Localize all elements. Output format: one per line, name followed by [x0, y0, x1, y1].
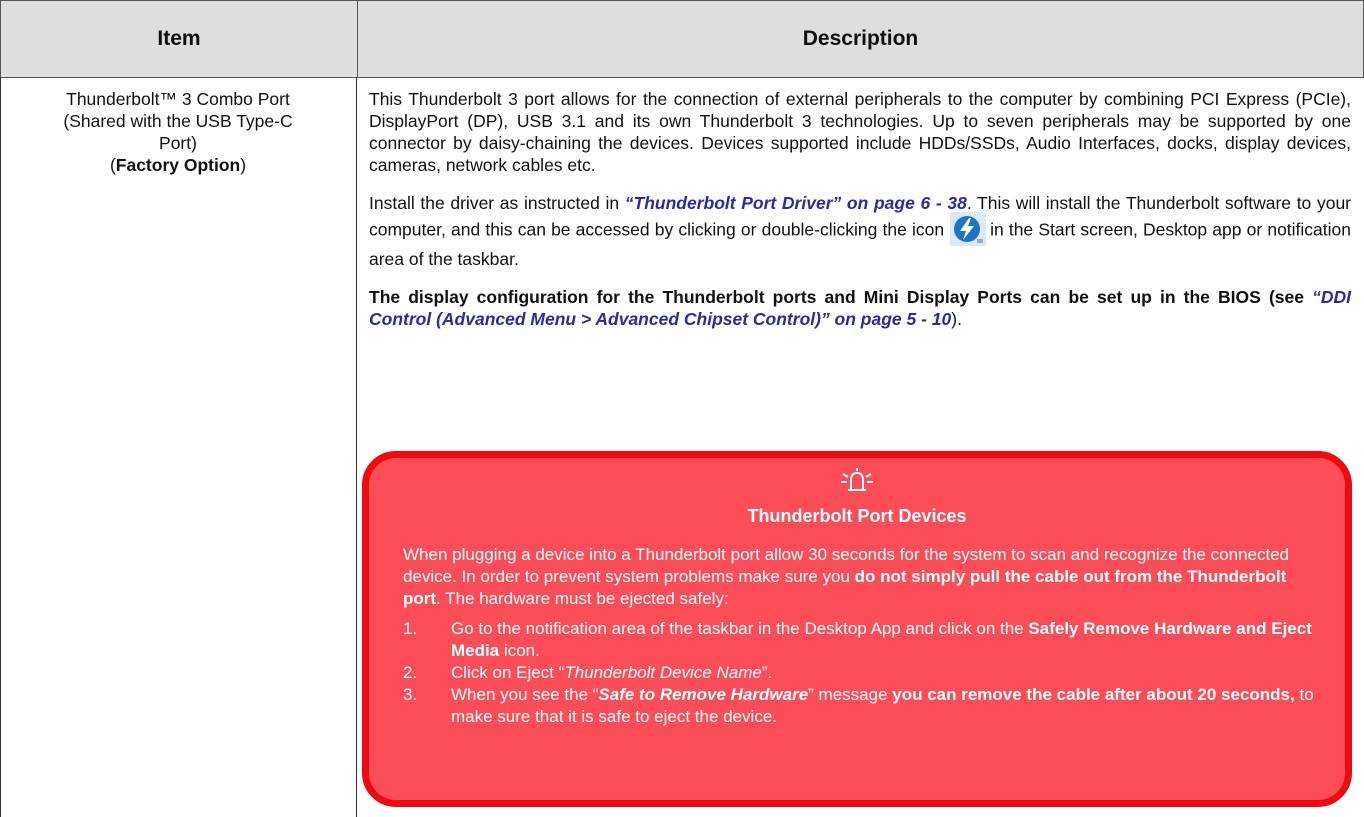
item-paren-close: )	[240, 155, 247, 175]
column-divider	[356, 77, 357, 817]
step-text: When you see the “	[451, 685, 599, 704]
thunderbolt-driver-link[interactable]: “Thunderbolt Port Driver” on page 6 - 38	[625, 193, 967, 213]
item-line-4: (Factory Option)	[10, 154, 346, 176]
list-item: 2. Click on Eject “Thunderbolt Device Nam…	[403, 662, 1325, 684]
description-cell: This Thunderbolt 3 port allows for the c…	[369, 88, 1351, 346]
thunderbolt-note-box: Thunderbolt Port Devices When plugging a…	[362, 451, 1352, 807]
eject-steps-list: 1. Go to the notification area of the tas…	[403, 618, 1325, 728]
spec-table: Item Description Thunderbolt™ 3 Combo Po…	[0, 0, 1364, 817]
step-text-mid: ” message	[808, 685, 893, 704]
description-paragraph-1: This Thunderbolt 3 port allows for the c…	[369, 89, 1351, 175]
description-paragraph-3: The display configuration for the Thunde…	[369, 286, 1351, 330]
step-bold-italic: Safe to Remove Hardware	[598, 685, 809, 704]
step-italic: Thunderbolt Device Name	[564, 663, 762, 682]
header-description: Description	[802, 27, 919, 50]
step-bold: you can remove the cable after about 20 …	[892, 685, 1295, 704]
step-text-after: ”.	[761, 663, 773, 682]
step-text-after: icon.	[499, 641, 540, 660]
note-title: Thunderbolt Port Devices	[747, 506, 967, 526]
para3-end: ).	[951, 309, 962, 329]
step-number: 1.	[403, 619, 418, 638]
description-paragraph-2: Install the driver as instructed in “Thu…	[369, 192, 1351, 270]
header-item: Item	[157, 27, 201, 50]
para2-text: Install the driver as instructed in	[369, 193, 625, 213]
note-intro-after: . The hardware must be ejected safely:	[436, 589, 729, 608]
list-item: 3. When you see the “Safe to Remove Hardw…	[403, 684, 1325, 728]
step-text: Click on Eject “	[451, 663, 565, 682]
left-border	[0, 77, 1, 817]
note-intro: When plugging a device into a Thunderbol…	[403, 544, 1325, 610]
step-number: 2.	[403, 663, 418, 682]
thunderbolt-icon	[950, 212, 987, 246]
item-line-2: (Shared with the USB Type-C	[63, 111, 293, 131]
step-text: Go to the notification area of the taskb…	[451, 619, 1029, 638]
step-number: 3.	[403, 685, 418, 704]
para3-text: The display configuration for the Thunde…	[369, 287, 1313, 307]
factory-option-label: Factory Option	[115, 155, 241, 175]
item-line-1: Thunderbolt™ 3 Combo Port	[66, 89, 290, 109]
alert-bell-icon	[840, 468, 874, 494]
note-body: When plugging a device into a Thunderbol…	[403, 544, 1325, 728]
list-item: 1. Go to the notification area of the tas…	[403, 618, 1325, 662]
table-header: Item Description	[0, 0, 1364, 78]
item-line-3: Port)	[159, 133, 197, 153]
item-cell: Thunderbolt™ 3 Combo Port (Shared with t…	[10, 88, 346, 176]
